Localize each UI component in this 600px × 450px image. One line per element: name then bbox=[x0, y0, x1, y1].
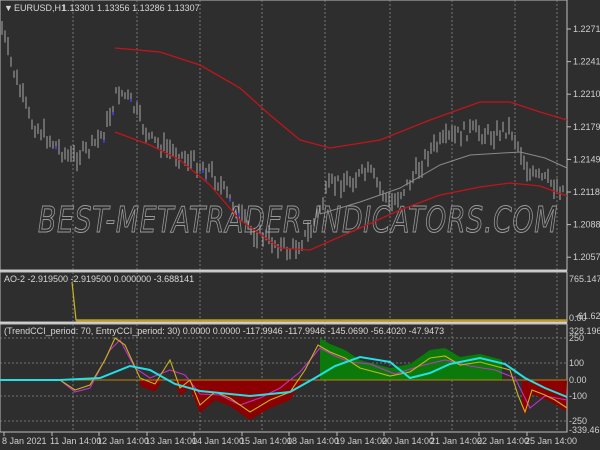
signal-dot bbox=[202, 170, 204, 174]
chart-window[interactable]: BEST-METATRADER-INDICATORS.COM ▼ EURUSD,… bbox=[0, 0, 600, 450]
time-tick-label: 19 Jan 14:00 bbox=[335, 436, 387, 446]
ao-tick: -61.629158 bbox=[575, 311, 600, 321]
time-tick-label: 14 Jan 14:00 bbox=[192, 436, 244, 446]
price-tick-label: 1.22100 bbox=[573, 89, 600, 99]
ao-tick: 765.14701 bbox=[569, 274, 600, 284]
price-axis[interactable]: 1.22715 1.22410 1.22100 1.21795 1.21490 1.211… bbox=[567, 24, 600, 262]
cci-axis[interactable]: 328.19612501000.00-100-250-339.4626 bbox=[569, 326, 600, 435]
time-tick-label: 11 Jan 14:00 bbox=[50, 436, 101, 446]
price-tick-label: 1.21490 bbox=[573, 154, 600, 164]
time-tick-label: 25 Jan 14:00 bbox=[525, 436, 577, 446]
ohlc-values: 1.13301 1.13356 1.13286 1.13307 bbox=[62, 3, 200, 13]
cci-tick-label: 100 bbox=[569, 358, 584, 368]
cci-tick-label: -339.4626 bbox=[569, 425, 600, 435]
time-tick-label: 22 Jan 14:00 bbox=[477, 436, 529, 446]
symbol-label: EURUSD,H1 bbox=[14, 3, 66, 13]
time-tick-label: 12 Jan 14:00 bbox=[97, 436, 149, 446]
cci-label: (TrendCCI_period: 70, EntryCCI_period: 3… bbox=[4, 326, 444, 336]
signal-dot bbox=[229, 198, 231, 202]
price-tick-label: 1.22715 bbox=[573, 24, 600, 34]
time-tick-label: 13 Jan 14:00 bbox=[145, 436, 197, 446]
collapse-icon[interactable]: ▼ bbox=[4, 3, 13, 13]
cci-tick-label: 250 bbox=[569, 333, 584, 343]
signal-dot bbox=[103, 139, 105, 143]
signal-dot bbox=[55, 146, 57, 150]
price-tick-label: 1.21185 bbox=[573, 187, 600, 197]
ao-label: AO-2 -2.919500 -2.919500 0.000000 -3.688… bbox=[4, 274, 194, 284]
signal-dot bbox=[112, 112, 114, 116]
price-tick-label: 1.20575 bbox=[573, 252, 600, 262]
time-axis[interactable]: 8 Jan 2021 11 Jan 14:0012 Jan 14:0013 Jan… bbox=[2, 432, 577, 446]
time-tick-label: 18 Jan 14:00 bbox=[287, 436, 339, 446]
signal-dot bbox=[238, 213, 240, 217]
time-tick-label: 20 Jan 14:00 bbox=[382, 436, 434, 446]
watermark: BEST-METATRADER-INDICATORS.COM bbox=[38, 200, 558, 241]
price-tick-label: 1.20880 bbox=[573, 220, 600, 230]
cci-tick-label: 0.00 bbox=[569, 375, 587, 385]
price-tick-label: 1.21795 bbox=[573, 122, 600, 132]
time-tick-label: 21 Jan 14:00 bbox=[430, 436, 482, 446]
cci-tick-label: -100 bbox=[569, 391, 587, 401]
price-tick-label: 1.22410 bbox=[573, 57, 600, 67]
time-tick-label: 15 Jan 14:00 bbox=[240, 436, 292, 446]
time-tick-label: 8 Jan 2021 bbox=[2, 436, 47, 446]
signal-dot bbox=[130, 99, 132, 103]
